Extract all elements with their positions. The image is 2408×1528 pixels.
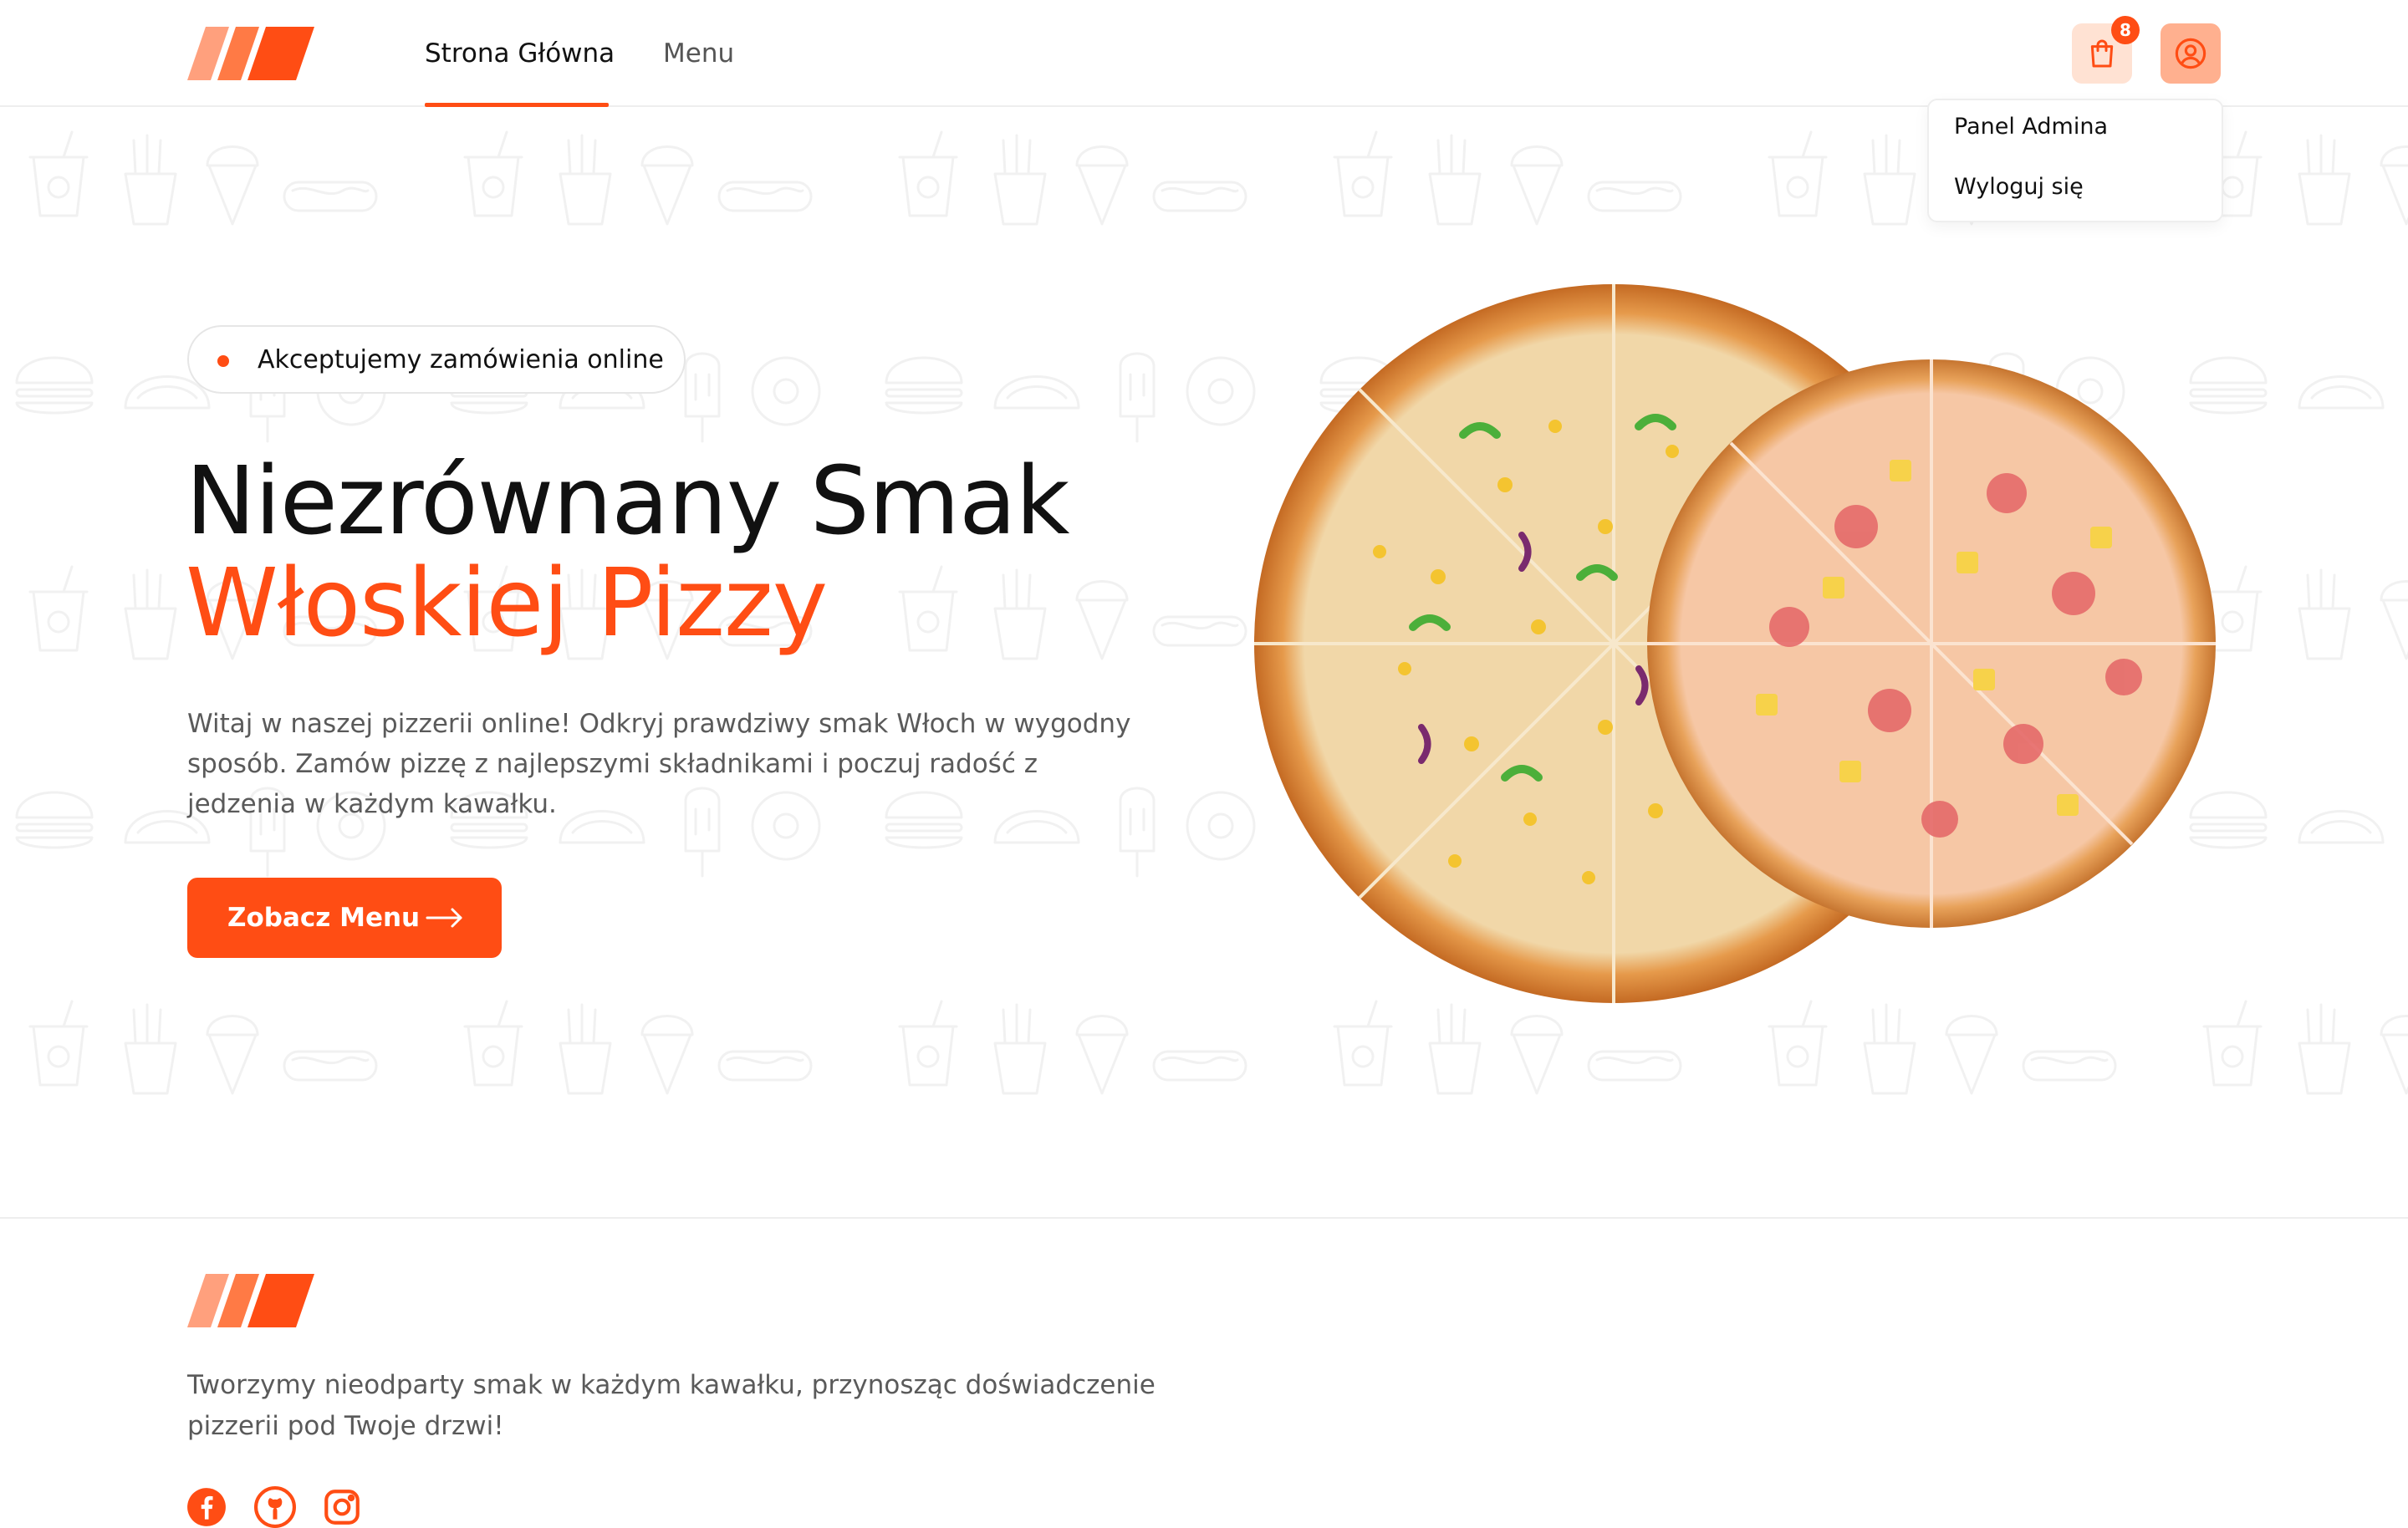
nav-link-home[interactable]: Strona Główna <box>425 37 615 70</box>
footer-description: Tworzymy nieodparty smak w każdym kawałk… <box>187 1370 1156 1441</box>
logo[interactable] <box>187 27 314 80</box>
footer: Tworzymy nieodparty smak w każdym kawałk… <box>0 1217 2408 1528</box>
nav-link-menu[interactable]: Menu <box>663 37 734 70</box>
footer-logo[interactable] <box>187 1274 314 1327</box>
arrow-right-icon <box>426 908 462 928</box>
facebook-icon[interactable] <box>186 1486 227 1528</box>
hero-title-line1: Niezrównany Smak <box>186 447 1069 556</box>
hawaiian-pizza <box>1647 359 2216 928</box>
pizza-illustration <box>1254 284 2216 1003</box>
view-menu-label: Zobacz Menu <box>227 903 421 933</box>
github-icon[interactable] <box>254 1486 296 1528</box>
online-orders-text: Akceptujemy zamówienia online <box>258 345 664 374</box>
hero-description: Witaj w naszej pizzerii online! Odkryj p… <box>187 709 1131 819</box>
user-menu-button[interactable] <box>2161 23 2221 84</box>
status-dot <box>217 355 229 367</box>
nav-active-indicator <box>425 103 609 107</box>
dropdown-item-logout[interactable]: Wyloguj się <box>1954 174 2084 200</box>
hero-title-line2: Włoskiej Pizzy <box>186 549 828 658</box>
dropdown-item-admin-panel[interactable]: Panel Admina <box>1954 114 2108 140</box>
instagram-icon[interactable] <box>321 1486 363 1528</box>
cart-count-badge: 8 <box>2111 16 2140 44</box>
top-navbar: Strona Główna Menu 8 <box>0 0 2408 107</box>
view-menu-button[interactable]: Zobacz Menu <box>187 878 502 958</box>
online-orders-badge: Akceptujemy zamówienia online <box>187 325 686 394</box>
shopping-bag-icon <box>2090 39 2114 68</box>
user-circle-icon <box>2175 38 2206 69</box>
